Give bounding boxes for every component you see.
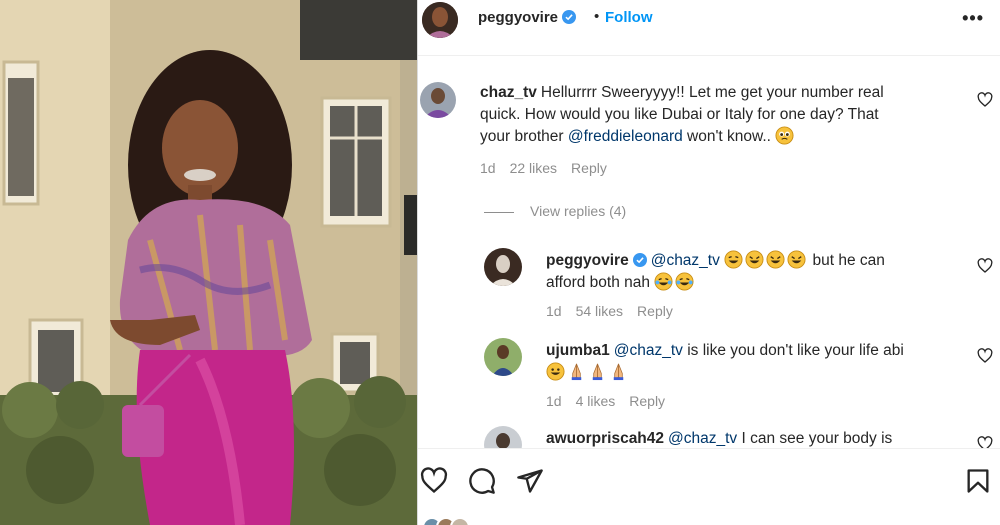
grinning-face-emoji-icon	[546, 362, 565, 381]
comment-likes[interactable]: 4 likes	[576, 393, 616, 409]
post-action-bar	[418, 448, 1000, 525]
pleading-face-emoji-icon	[775, 126, 794, 145]
mention-link[interactable]: @freddieleonard	[568, 128, 683, 145]
comment-text: peggyovire @chaz_tv but he can afford bot…	[546, 250, 966, 294]
comment-username[interactable]: ujumba1	[546, 342, 610, 359]
comment-likes[interactable]: 22 likes	[510, 160, 557, 176]
verified-badge-icon	[562, 10, 577, 24]
comment-line-2: quick. How would you like Dubai or Italy…	[480, 106, 879, 123]
reply-comment: ujumba1 @chaz_tv is like you don't like y…	[484, 338, 1000, 418]
comment-username[interactable]: awuorpriscah42	[546, 430, 664, 447]
more-options-button[interactable]: •••	[962, 8, 984, 29]
share-icon[interactable]	[516, 467, 544, 495]
mention-link[interactable]: @chaz_tv	[668, 430, 737, 447]
comment-meta: 1d 22 likes Reply	[480, 160, 621, 176]
liker-avatars	[422, 517, 482, 525]
avatar[interactable]	[420, 82, 456, 118]
comment-line-3-pre: your brother	[480, 128, 568, 145]
avatar[interactable]	[484, 338, 522, 376]
bookmark-icon[interactable]	[964, 467, 992, 495]
praying-hands-emoji-icon	[613, 363, 624, 381]
post-photo	[0, 0, 418, 525]
reply-button[interactable]: Reply	[629, 393, 665, 409]
verified-badge-icon	[632, 253, 647, 267]
mention-link[interactable]: @chaz_tv	[614, 342, 683, 359]
comments-panel: peggyovire • Follow ••• chaz_tv Hellurrrr…	[418, 0, 1000, 525]
rolling-laughing-emoji-icon	[745, 250, 764, 269]
post-username[interactable]: peggyovire	[478, 9, 577, 26]
view-replies-label: View replies (4)	[530, 203, 627, 219]
avatar	[450, 517, 470, 525]
comment-text: ujumba1 @chaz_tv is like you don't like y…	[546, 340, 986, 384]
rolling-laughing-emoji-icon	[787, 250, 806, 269]
view-replies-button[interactable]: View replies (4)	[484, 203, 626, 219]
comment-line-2: afford both nah	[546, 274, 650, 291]
avatar[interactable]	[484, 248, 522, 286]
reply-button[interactable]: Reply	[637, 303, 673, 319]
comment-text: chaz_tv Hellurrrr Sweeryyyy!! Let me get …	[480, 82, 950, 148]
divider-line	[484, 211, 514, 213]
tears-of-joy-emoji-icon	[675, 272, 694, 291]
praying-hands-emoji-icon	[571, 363, 582, 381]
comment-line-1: Hellurrrr Sweeryyyy!! Let me get your nu…	[540, 84, 884, 101]
post-header: peggyovire • Follow •••	[418, 0, 1000, 56]
comment-likes[interactable]: 54 likes	[576, 303, 623, 319]
heart-icon[interactable]	[977, 258, 993, 274]
comment: chaz_tv Hellurrrr Sweeryyyy!! Let me get …	[418, 82, 1000, 182]
comment-meta: 1d 54 likes Reply	[546, 303, 687, 319]
comment-time: 1d	[546, 393, 562, 409]
comment-line-3-post: won't know..	[682, 128, 771, 145]
heart-icon[interactable]	[977, 92, 993, 108]
comment-icon[interactable]	[468, 467, 496, 495]
comment-line-1-post: is like you don't like your life abi	[682, 342, 904, 359]
reply-button[interactable]: Reply	[571, 160, 607, 176]
separator-dot: •	[594, 8, 600, 25]
comment-text: awuorpriscah42 @chaz_tv I can see your bo…	[546, 428, 986, 450]
laughing-face-emoji-icon	[724, 250, 743, 269]
comment-username[interactable]: chaz_tv	[480, 84, 537, 101]
mention-link[interactable]: @chaz_tv	[651, 252, 720, 269]
tears-of-joy-emoji-icon	[654, 272, 673, 291]
reply-comment: peggyovire @chaz_tv but he can afford bot…	[484, 248, 1000, 328]
heart-icon[interactable]	[420, 467, 448, 495]
comment-time: 1d	[480, 160, 496, 176]
comment-username[interactable]: peggyovire	[546, 252, 629, 269]
praying-hands-emoji-icon	[592, 363, 603, 381]
comment-meta: 1d 4 likes Reply	[546, 393, 679, 409]
comment-line-1-post: I can see your body is	[737, 430, 893, 447]
heart-icon[interactable]	[977, 348, 993, 364]
rolling-laughing-emoji-icon	[766, 250, 785, 269]
follow-button[interactable]: Follow	[605, 9, 653, 26]
avatar[interactable]	[422, 2, 458, 38]
post-username-text[interactable]: peggyovire	[478, 9, 558, 26]
comment-line-1-post: but he can	[808, 252, 885, 269]
comment-time: 1d	[546, 303, 562, 319]
